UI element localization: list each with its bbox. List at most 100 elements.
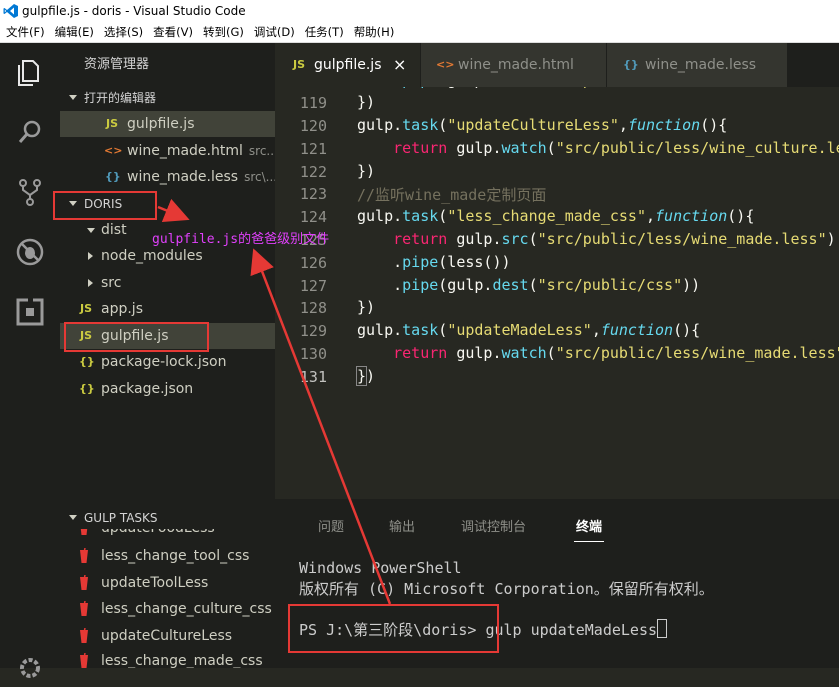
tab-label: wine_made.html (458, 57, 574, 73)
open-editors-section[interactable]: 打开的编辑器 (60, 87, 275, 109)
gulp-cup-icon (79, 570, 89, 596)
close-icon[interactable]: × (393, 43, 406, 87)
gulp-task-name: updateToolLess (101, 575, 209, 591)
terminal-copyright-line: 版权所有 (C) Microsoft Corporation。保留所有权利。 (299, 580, 714, 598)
file-item[interactable]: {} package.json (60, 376, 275, 402)
chevron-down-icon (69, 515, 77, 520)
gulp-task-item[interactable]: less_change_tool_css (60, 543, 275, 569)
menu-edit[interactable]: 编辑(E) (55, 24, 94, 40)
explorer-icon[interactable] (15, 57, 45, 87)
terminal-command: gulp updateMadeLess (485, 621, 658, 639)
menu-debug[interactable]: 调试(D) (254, 24, 295, 40)
open-editor-path: src... (248, 144, 275, 158)
html-file-icon: <> (436, 58, 455, 71)
line-number: 128 (299, 299, 327, 317)
gulp-tasks-label: GULP TASKS (84, 511, 158, 525)
terminal-banner-line: Windows PowerShell (299, 559, 462, 577)
gulp-task-item[interactable]: updateFoodLess (60, 529, 275, 541)
debug-icon[interactable] (15, 237, 45, 267)
code-comment: //监听wine_made定制页面 (357, 186, 547, 204)
code-editor[interactable]: .pipe(gulp.dest("src/public/css")) 119 }… (275, 87, 839, 499)
tab-wine-made-less[interactable]: {} wine_made.less (607, 43, 787, 87)
code-line: }) (357, 93, 376, 111)
line-number: 122 (299, 163, 327, 181)
tab-output[interactable]: 输出 (389, 516, 415, 535)
tab-wine-made-html[interactable]: <> wine_made.html (421, 43, 606, 87)
menu-view[interactable]: 查看(V) (153, 24, 193, 40)
code-line: gulp.task("updateMadeLess",function(){ (357, 321, 701, 339)
menu-selection[interactable]: 选择(S) (104, 24, 143, 40)
line-number: 123 (299, 185, 327, 203)
less-file-icon: {} (623, 58, 639, 71)
chevron-right-icon (88, 252, 93, 260)
open-editor-name: wine_made.html (127, 143, 243, 159)
gulp-task-item[interactable]: less_change_made_css (60, 648, 275, 668)
gulp-task-name: updateCultureLess (101, 628, 233, 644)
gulp-task-list[interactable]: updateFoodLess less_change_tool_css upda… (60, 529, 275, 668)
chevron-down-icon (87, 228, 95, 233)
file-name: package-lock.json (101, 354, 227, 370)
title-bar: gulpfile.js - doris - Visual Studio Code (0, 0, 839, 22)
json-file-icon: {} (79, 355, 95, 368)
activity-bar (0, 43, 60, 678)
highlight-box-doris (53, 191, 157, 220)
gulp-tasks-section[interactable]: GULP TASKS (60, 507, 275, 529)
tab-label: wine_made.less (645, 57, 757, 73)
tab-debug-console[interactable]: 调试控制台 (461, 516, 526, 535)
open-editor-item[interactable]: {} wine_made.less src\... (60, 164, 275, 190)
folder-name: src (101, 275, 122, 291)
open-editors-label: 打开的编辑器 (84, 91, 157, 105)
menu-goto[interactable]: 转到(G) (203, 24, 244, 40)
chevron-right-icon (88, 279, 93, 287)
open-editor-path: src\... (244, 170, 275, 184)
gulp-task-item[interactable]: updateToolLess (60, 570, 275, 596)
line-number: 129 (299, 322, 327, 340)
annotation-text: gulpfile.js的爸爸级别文件 (152, 232, 330, 247)
extensions-icon[interactable] (15, 297, 45, 327)
open-editor-name: gulpfile.js (127, 116, 195, 132)
menu-tasks[interactable]: 任务(T) (305, 24, 344, 40)
line-number: 126 (299, 254, 327, 272)
source-control-icon[interactable] (15, 177, 45, 207)
file-item[interactable]: {} package-lock.json (60, 349, 275, 375)
file-item[interactable]: JS app.js (60, 296, 275, 322)
gulp-task-name: less_change_culture_css (101, 601, 272, 617)
menu-bar: 文件(F) 编辑(E) 选择(S) 查看(V) 转到(G) 调试(D) 任务(T… (0, 22, 839, 43)
tab-terminal[interactable]: 终端 (576, 516, 602, 535)
json-file-icon: {} (79, 382, 95, 395)
active-tab-underline (574, 541, 604, 542)
code-line: gulp.task("less_change_made_css",functio… (357, 207, 755, 225)
folder-item[interactable]: src (60, 270, 275, 296)
file-name: package.json (101, 381, 194, 397)
file-name: app.js (101, 301, 143, 317)
line-number: 130 (299, 345, 327, 363)
gulp-task-item[interactable]: less_change_culture_css (60, 596, 275, 622)
vscode-logo-icon (0, 0, 22, 22)
code-line: .pipe(gulp.dest("src/public/css")) (357, 87, 700, 89)
code-line: .pipe(less()) (357, 253, 511, 271)
js-file-icon: JS (80, 302, 93, 315)
open-editor-item[interactable]: JS gulpfile.js (60, 111, 275, 137)
line-number: 119 (299, 94, 327, 112)
editor-tab-bar: JS gulpfile.js × <> wine_made.html {} wi… (275, 43, 839, 87)
gulp-cup-icon (79, 648, 89, 668)
menu-file[interactable]: 文件(F) (6, 24, 45, 40)
terminal-cursor (657, 619, 668, 638)
explorer-header: 资源管理器 (84, 57, 150, 72)
code-line: }) (357, 162, 376, 180)
highlight-box-gulpfile (64, 322, 209, 352)
html-file-icon: <> (104, 144, 123, 157)
gulp-task-item[interactable]: updateCultureLess (60, 623, 275, 649)
settings-gear-icon[interactable] (15, 653, 45, 683)
open-editor-item[interactable]: <> wine_made.html src... (60, 138, 275, 164)
code-line: .pipe(gulp.dest("src/public/css")) (357, 276, 701, 294)
line-number: 124 (299, 208, 327, 226)
gulp-cup-icon (79, 543, 89, 569)
search-icon[interactable] (15, 117, 45, 147)
less-file-icon: {} (105, 170, 121, 183)
tab-problems[interactable]: 问题 (318, 516, 344, 535)
tab-gulpfile-js[interactable]: JS gulpfile.js × (275, 43, 420, 87)
menu-help[interactable]: 帮助(H) (354, 24, 395, 40)
code-line: return gulp.watch("src/public/less/wine_… (393, 139, 839, 157)
code-line: return gulp.watch("src/public/less/wine_… (393, 344, 839, 362)
